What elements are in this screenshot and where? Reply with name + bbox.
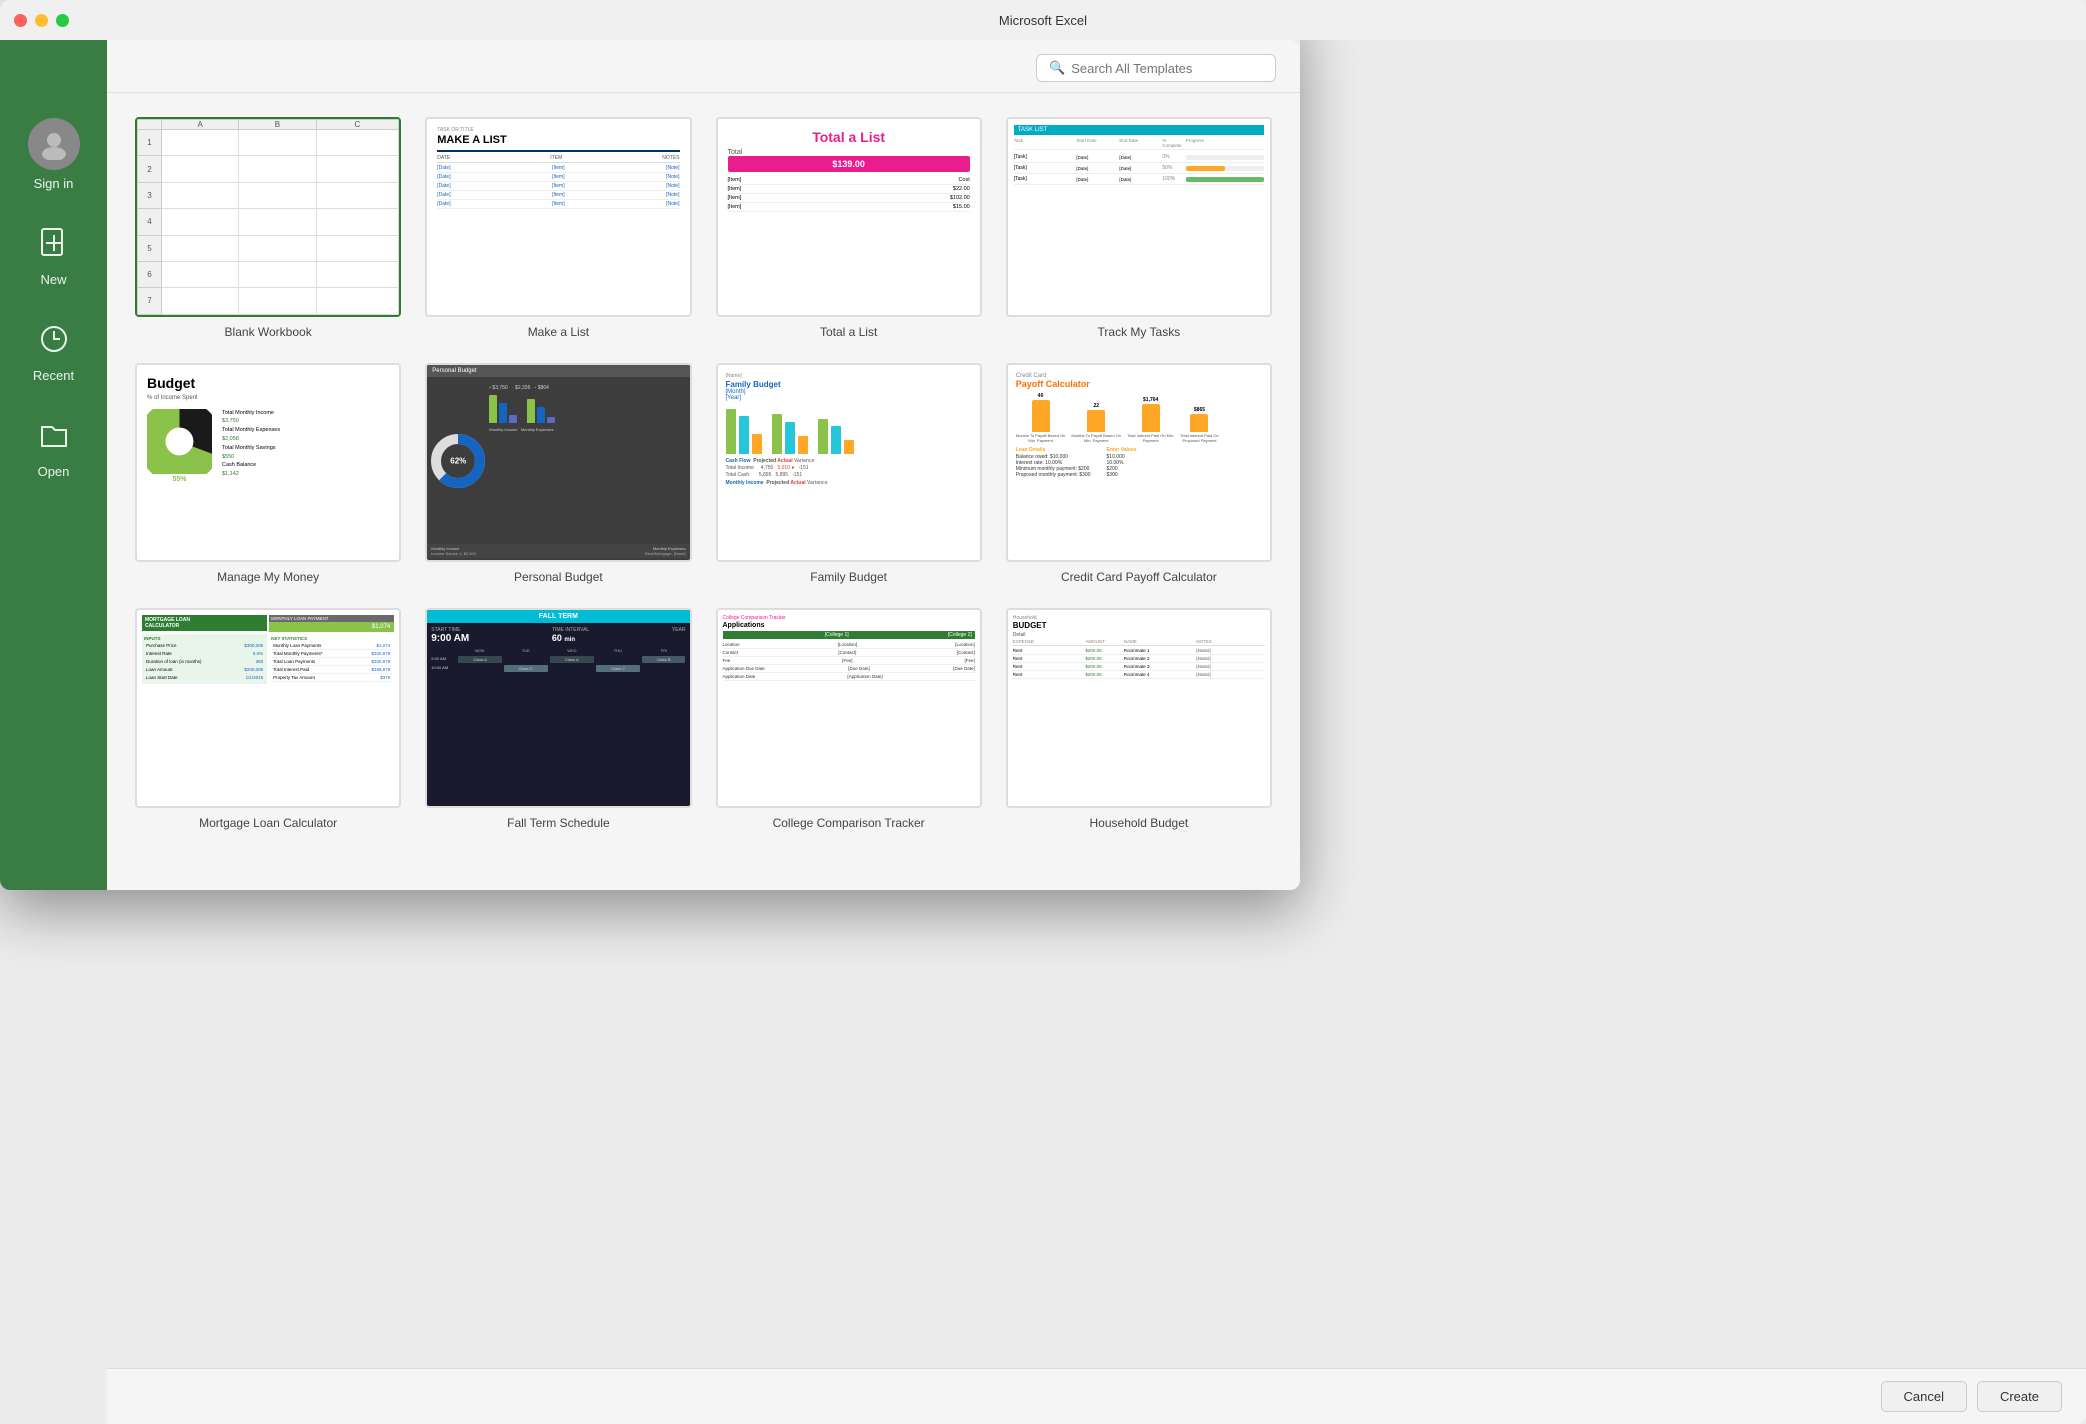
template-thumb-family-budget: [Name] Family Budget [Month][Year] (716, 363, 982, 563)
template-fall-term[interactable]: FALL TERM START TIME 9:00 AM TIME INTERV… (425, 608, 691, 830)
open-icon (38, 419, 70, 458)
template-thumb-personal-budget: Personal Budget 62% (425, 363, 691, 563)
template-label-manage-my-money: Manage My Money (217, 570, 319, 584)
template-make-a-list[interactable]: TASK OR TITLE MAKE A LIST DATEITEMNOTES … (425, 117, 691, 339)
template-label-personal-budget: Personal Budget (514, 570, 603, 584)
template-label-blank-workbook: Blank Workbook (225, 325, 312, 339)
template-label-credit-card-payoff: Credit Card Payoff Calculator (1061, 570, 1217, 584)
template-credit-card-payoff[interactable]: Credit Card Payoff Calculator 40 Months … (1006, 363, 1272, 585)
recent-label: Recent (33, 368, 74, 383)
template-label-track-my-tasks: Track My Tasks (1098, 325, 1181, 339)
template-track-my-tasks[interactable]: TASK LIST TaskStart DateEnd Date% Comple… (1006, 117, 1272, 339)
template-blank-workbook[interactable]: A B C 1 2 3 4 5 6 7 (135, 117, 401, 339)
sidebar-item-recent[interactable]: Recent (0, 305, 107, 401)
template-thumb-college-comparison: College Comparison Tracker Applications … (716, 608, 982, 808)
template-label-mortgage-loan: Mortgage Loan Calculator (199, 816, 337, 830)
template-label-household-budget: Household Budget (1090, 816, 1189, 830)
avatar (28, 118, 80, 170)
template-thumb-blank-workbook: A B C 1 2 3 4 5 6 7 (135, 117, 401, 317)
template-household-budget[interactable]: Household BUDGET Detail EXPENSE AMOUNT N… (1006, 608, 1272, 830)
open-label: Open (38, 464, 70, 479)
template-thumb-mortgage-loan: MORTGAGE LOANCALCULATOR MONTHLY LOAN PAY… (135, 608, 401, 808)
template-label-total-a-list: Total a List (820, 325, 877, 339)
template-thumb-fall-term: FALL TERM START TIME 9:00 AM TIME INTERV… (425, 608, 691, 808)
template-college-comparison[interactable]: College Comparison Tracker Applications … (716, 608, 982, 830)
search-icon: 🔍 (1049, 60, 1065, 76)
template-thumb-manage-my-money: Budget % of Income Spent 55% (135, 363, 401, 563)
minimize-button[interactable] (35, 14, 48, 27)
template-label-make-a-list: Make a List (528, 325, 589, 339)
window-controls[interactable] (14, 14, 69, 27)
template-label-college-comparison: College Comparison Tracker (773, 816, 925, 830)
sidebar-item-open[interactable]: Open (0, 401, 107, 497)
maximize-button[interactable] (56, 14, 69, 27)
templates-grid: A B C 1 2 3 4 5 6 7 (107, 93, 1300, 890)
template-label-fall-term: Fall Term Schedule (507, 816, 610, 830)
recent-icon (38, 323, 70, 362)
close-button[interactable] (14, 14, 27, 27)
template-family-budget[interactable]: [Name] Family Budget [Month][Year] (716, 363, 982, 585)
template-thumb-track-my-tasks: TASK LIST TaskStart DateEnd Date% Comple… (1006, 117, 1272, 317)
template-thumb-make-a-list: TASK OR TITLE MAKE A LIST DATEITEMNOTES … (425, 117, 691, 317)
template-total-a-list[interactable]: Total a List Total $139.00 [Item]Cost [I… (716, 117, 982, 339)
template-manage-my-money[interactable]: Budget % of Income Spent 55% (135, 363, 401, 585)
main-header: 🔍 (107, 40, 1300, 93)
signin-label: Sign in (34, 176, 74, 191)
template-thumb-total-a-list: Total a List Total $139.00 [Item]Cost [I… (716, 117, 982, 317)
search-input[interactable] (1071, 61, 1263, 76)
sidebar-item-new[interactable]: New (0, 209, 107, 305)
template-label-family-budget: Family Budget (810, 570, 887, 584)
app-title: Microsoft Excel (999, 13, 1087, 28)
template-personal-budget[interactable]: Personal Budget 62% (425, 363, 691, 585)
new-label: New (40, 272, 66, 287)
template-thumb-household-budget: Household BUDGET Detail EXPENSE AMOUNT N… (1006, 608, 1272, 808)
sidebar: Sign in New Recent Open (0, 40, 107, 890)
sidebar-item-signin[interactable]: Sign in (0, 100, 107, 209)
template-mortgage-loan[interactable]: MORTGAGE LOANCALCULATOR MONTHLY LOAN PAY… (135, 608, 401, 830)
main-content: 🔍 A B C 1 2 (107, 40, 1300, 890)
search-box[interactable]: 🔍 (1036, 54, 1276, 82)
template-thumb-credit-card-payoff: Credit Card Payoff Calculator 40 Months … (1006, 363, 1272, 563)
new-icon (38, 227, 70, 266)
titlebar: Microsoft Excel (0, 0, 2086, 40)
